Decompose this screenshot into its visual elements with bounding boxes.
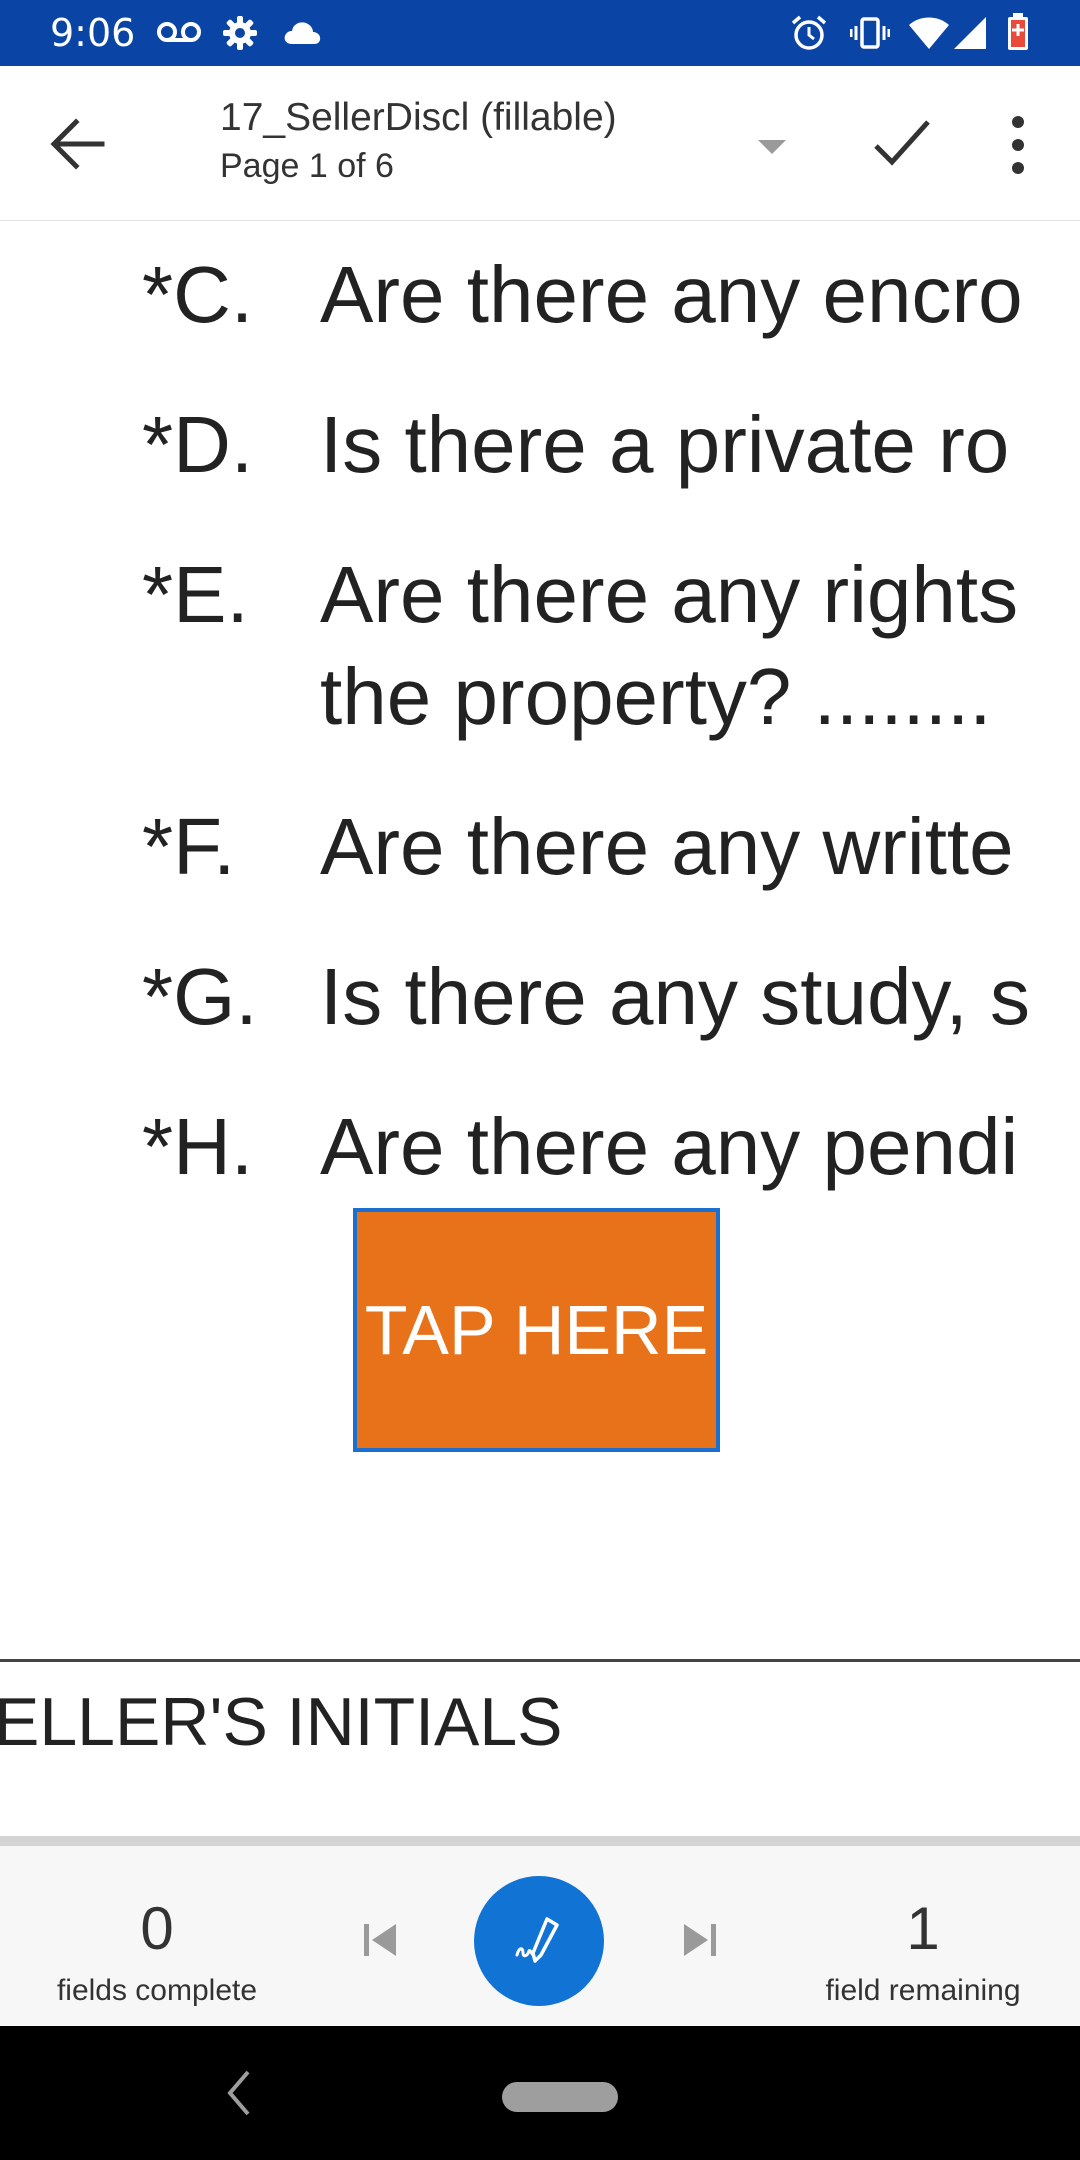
battery-icon [1008,13,1028,50]
fields-complete-count: 0 [140,1895,174,1962]
fields-complete-label: fields complete [56,1974,258,2007]
vibrate-icon [850,17,890,49]
page-indicator: Page 1 of 6 [220,147,394,185]
fields-remaining-label: field remaining [825,1974,1021,2007]
more-options-icon[interactable] [1000,110,1036,180]
document-page[interactable]: *C. Are there any encro *D. Is there a p… [0,221,1080,1836]
status-time: 9:06 [50,11,136,55]
document-title[interactable]: 17_SellerDiscl (fillable) [220,96,617,140]
question-text: Are there any writte [320,802,1014,891]
wifi-icon [909,17,949,49]
sellers-initials-label: ELLER'S INITIALS [0,1684,563,1760]
question-text: Are there any pendi [320,1102,1019,1191]
cloud-icon [284,22,321,44]
question-letter: *C. [142,250,254,339]
question-letter: *E. [142,550,249,639]
sign-button[interactable] [474,1876,604,2006]
field-progress-bar: 0 fields complete 1 field remaining [0,1846,1080,2026]
tap-here-initials-field[interactable]: TAP HERE [353,1208,720,1452]
fields-remaining-count: 1 [906,1895,940,1962]
alarm-icon [791,15,827,50]
question-letter: *D. [142,400,254,489]
initials-signature-line [0,1659,1080,1662]
question-letter: *H. [142,1102,254,1191]
question-letter: *G. [142,952,258,1041]
system-back-icon[interactable] [224,2066,254,2120]
question-text: the property? ........ [320,652,992,741]
bottom-divider [0,1836,1080,1846]
question-letter: *F. [142,802,236,891]
app-toolbar: 17_SellerDiscl (fillable) Page 1 of 6 [0,66,1080,221]
signal-icon [954,17,986,49]
next-field-icon[interactable] [678,1918,722,1962]
voicemail-icon [157,22,201,42]
system-home-pill[interactable] [502,2082,618,2112]
question-text: Are there any encro [320,250,1023,339]
previous-field-icon[interactable] [358,1918,402,1962]
back-arrow-icon[interactable] [48,116,108,172]
system-navigation-bar [0,2026,1080,2160]
question-text: Are there any rights [320,550,1019,639]
question-text: Is there any study, s [320,952,1030,1041]
dropdown-arrow-icon[interactable] [754,128,790,164]
signature-pen-icon [515,1917,559,1963]
settings-icon [223,16,257,50]
question-text: Is there a private ro [320,400,1010,489]
checkmark-icon[interactable] [872,114,932,174]
status-bar: 9:06 [0,0,1080,66]
